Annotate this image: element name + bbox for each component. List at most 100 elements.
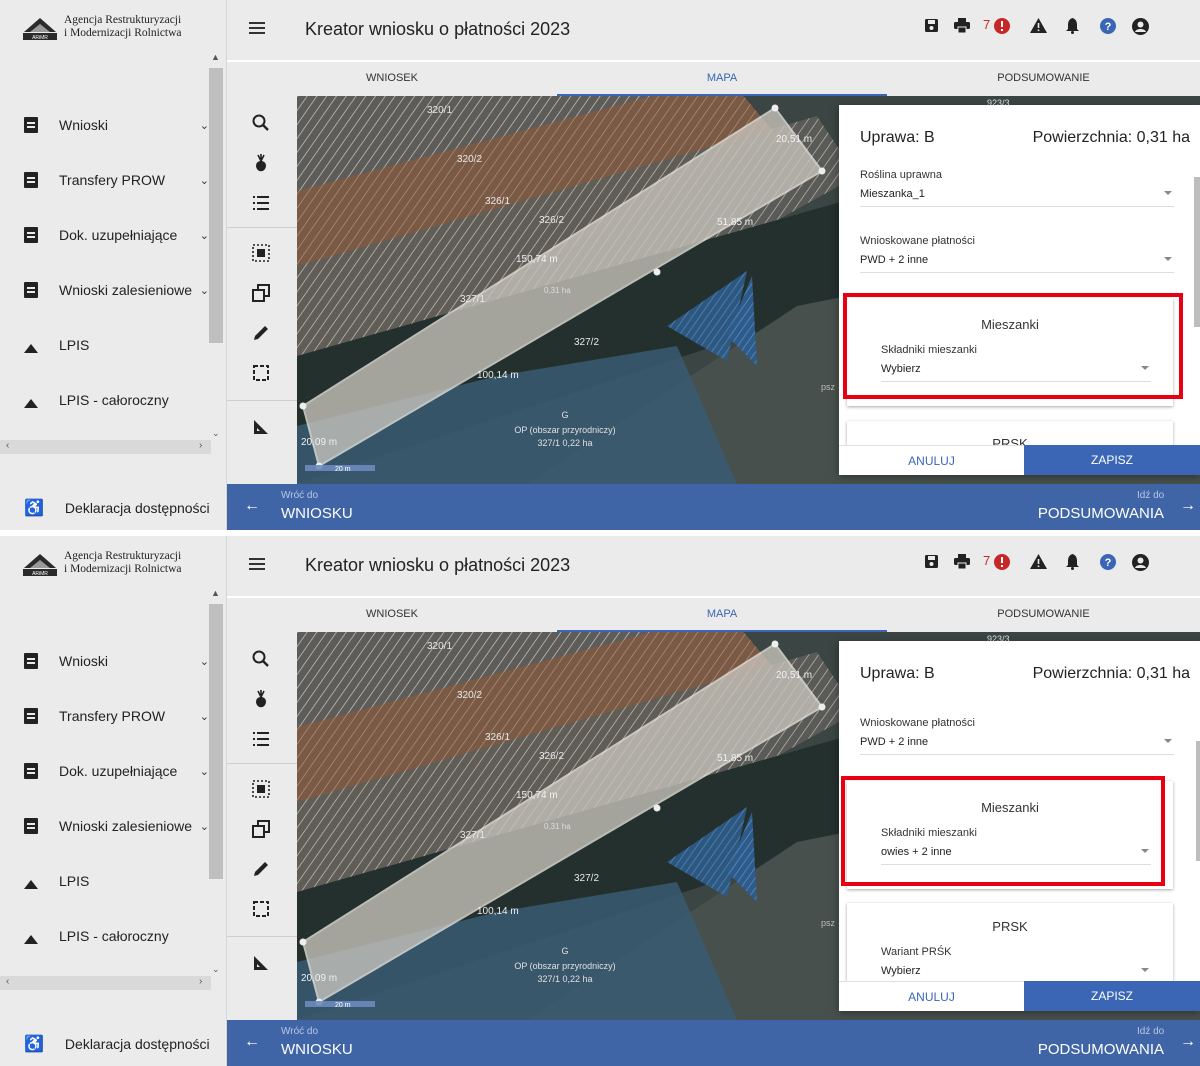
toolbar-divider [227, 936, 297, 937]
sidebar-item-dok-uzupelniajace[interactable]: Dok. uzupełniające ⌄ [24, 756, 209, 786]
sidebar-item-transfery-prow[interactable]: Transfery PROW ⌄ [24, 701, 209, 731]
accessibility-declaration-link[interactable]: ♿ Deklaracja dostępności [24, 1034, 210, 1054]
sidebar-item-dok-uzupelniajace[interactable]: Dok. uzupełniające ⌄ [24, 220, 209, 250]
bell-icon[interactable] [1066, 18, 1079, 34]
scroll-left-arrow-icon[interactable]: ‹ [6, 976, 9, 987]
logo[interactable]: ARiMR Agencja Restrukturyzacji i Moderni… [22, 14, 182, 42]
measure-label: 100,14 m [477, 906, 519, 917]
parcel-label: 326/1 [485, 732, 510, 743]
sidebar-item-wnioski-zalesieniowe[interactable]: Wnioski zalesieniowe ⌄ [24, 811, 209, 841]
search-icon[interactable] [250, 648, 272, 670]
select-area-icon[interactable] [250, 242, 272, 264]
tab-podsumowanie[interactable]: PODSUMOWANIE [887, 598, 1200, 632]
scroll-up-arrow-icon[interactable]: ▲ [211, 588, 220, 598]
select-area-icon[interactable] [250, 778, 272, 800]
crop-plant-icon[interactable] [250, 152, 272, 174]
copy-geometry-icon[interactable] [250, 818, 272, 840]
sidebar-item-label: LPIS [59, 873, 90, 889]
next-button[interactable]: PODSUMOWANIA [1027, 505, 1164, 522]
payments-select[interactable]: Wnioskowane płatności PWD + 2 inne [860, 717, 1174, 755]
print-icon[interactable] [954, 554, 970, 569]
map-g-label: G [561, 946, 568, 956]
next-small-label: Idź do [1137, 1026, 1165, 1037]
payments-label: Wnioskowane płatności [860, 235, 975, 247]
arrow-left-icon[interactable]: ← [244, 497, 260, 515]
tab-mapa[interactable]: MAPA [557, 62, 887, 96]
help-icon[interactable]: ? [1100, 18, 1116, 34]
arrow-right-icon[interactable]: → [1180, 497, 1196, 515]
payments-select[interactable]: Wnioskowane płatności PWD + 2 inne [860, 235, 1174, 273]
menu-icon[interactable] [249, 558, 265, 571]
account-icon[interactable] [1132, 554, 1149, 571]
copy-geometry-icon[interactable] [250, 282, 272, 304]
draw-rectangle-icon[interactable] [250, 362, 272, 384]
logo[interactable]: ARiMR Agencja Restrukturyzacji i Moderni… [22, 550, 182, 578]
sidebar-item-wnioski-zalesieniowe[interactable]: Wnioski zalesieniowe ⌄ [24, 275, 209, 305]
scroll-left-arrow-icon[interactable]: ‹ [6, 440, 9, 451]
sidebar-item-label: Wnioski zalesieniowe [59, 282, 193, 298]
save-button[interactable]: ZAPISZ [1024, 981, 1200, 1011]
sidebar-horizontal-scrollbar[interactable]: ‹ › ⌄ [0, 964, 220, 990]
cancel-button[interactable]: ANULUJ [839, 445, 1024, 475]
area-label: 0,31 ha [544, 286, 571, 295]
account-icon[interactable] [1132, 18, 1149, 35]
cancel-button[interactable]: ANULUJ [839, 981, 1024, 1011]
dropdown-arrow-icon [1164, 191, 1172, 195]
tab-wniosek[interactable]: WNIOSEK [227, 62, 557, 96]
sidebar-scrollbar[interactable] [209, 604, 223, 879]
app-title: Kreator wniosku o płatności 2023 [305, 555, 571, 575]
tab-wniosek[interactable]: WNIOSEK [227, 598, 557, 632]
dialog-scrollbar[interactable] [1187, 681, 1200, 981]
sidebar-item-transfery-prow[interactable]: Transfery PROW ⌄ [24, 165, 209, 195]
screenshot-panel-2: ARiMR Agencja Restrukturyzacji i Moderni… [0, 536, 1200, 1066]
print-icon[interactable] [954, 18, 970, 33]
list-icon[interactable] [250, 192, 272, 214]
save-icon[interactable] [924, 18, 939, 33]
sidebar-item-label: Wnioski [59, 653, 109, 669]
scroll-down-arrow-icon[interactable]: ⌄ [212, 964, 220, 975]
arrow-left-icon[interactable]: ← [244, 1033, 260, 1051]
toolbar-divider [227, 763, 297, 764]
sidebar-horizontal-scrollbar[interactable]: ‹ › ⌄ [0, 428, 220, 454]
sidebar-item-lpis-caloroczny[interactable]: LPIS - całoroczny [24, 385, 209, 415]
error-icon[interactable] [994, 554, 1010, 570]
dialog-scrollbar[interactable] [1187, 145, 1200, 445]
save-button[interactable]: ZAPISZ [1024, 445, 1200, 475]
back-button[interactable]: WNIOSKU [281, 1041, 353, 1058]
tab-bar: WNIOSEK MAPA PODSUMOWANIE [227, 598, 1200, 632]
help-icon[interactable]: ? [1100, 554, 1116, 570]
tab-mapa[interactable]: MAPA [557, 598, 887, 632]
save-icon[interactable] [924, 554, 939, 569]
warning-icon[interactable] [1030, 18, 1047, 33]
warning-icon[interactable] [1030, 554, 1047, 569]
sidebar-scrollbar[interactable] [209, 68, 223, 343]
prsk-variant-select[interactable]: Wariant PRŚK Wybierz [881, 946, 1151, 981]
accessibility-declaration-link[interactable]: ♿ Deklaracja dostępności [24, 498, 210, 518]
search-icon[interactable] [250, 112, 272, 134]
error-icon[interactable] [994, 18, 1010, 34]
scroll-down-arrow-icon[interactable]: ⌄ [212, 428, 220, 439]
edit-pencil-icon[interactable] [250, 858, 272, 880]
list-icon[interactable] [250, 728, 272, 750]
sidebar-item-lpis[interactable]: LPIS [24, 330, 209, 360]
plant-select[interactable]: Roślina uprawna Mieszanka_1 [860, 169, 1174, 207]
tab-podsumowanie[interactable]: PODSUMOWANIE [887, 62, 1200, 96]
menu-icon[interactable] [249, 22, 265, 35]
draw-rectangle-icon[interactable] [250, 898, 272, 920]
back-button[interactable]: WNIOSKU [281, 505, 353, 522]
arrow-right-icon[interactable]: → [1180, 1033, 1196, 1051]
sidebar-item-lpis[interactable]: LPIS [24, 866, 209, 896]
crop-plant-icon[interactable] [250, 688, 272, 710]
next-button[interactable]: PODSUMOWANIA [1027, 1041, 1164, 1058]
sidebar-item-lpis-caloroczny[interactable]: LPIS - całoroczny [24, 921, 209, 951]
measure-icon[interactable] [250, 952, 272, 974]
scroll-up-arrow-icon[interactable]: ▲ [211, 52, 220, 62]
sidebar-item-wnioski[interactable]: Wnioski ⌄ [24, 646, 209, 676]
measure-label: 51,85 m [717, 217, 753, 228]
scroll-right-arrow-icon[interactable]: › [199, 440, 202, 451]
scroll-right-arrow-icon[interactable]: › [199, 976, 202, 987]
edit-pencil-icon[interactable] [250, 322, 272, 344]
measure-icon[interactable] [250, 416, 272, 438]
sidebar-item-wnioski[interactable]: Wnioski ⌄ [24, 110, 209, 140]
bell-icon[interactable] [1066, 554, 1079, 570]
